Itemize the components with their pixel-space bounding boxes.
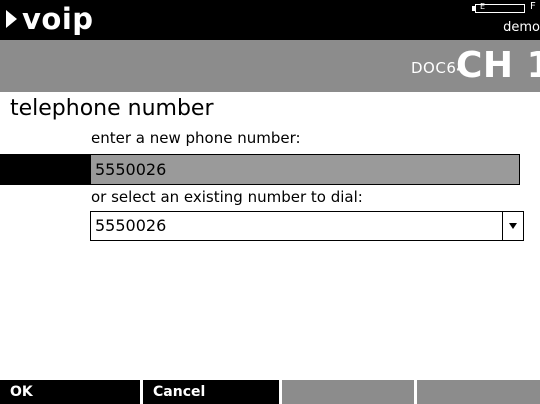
- title-bar: voip E F demo: [0, 0, 540, 40]
- battery-icon: E: [472, 2, 526, 13]
- ok-button[interactable]: OK: [0, 380, 140, 404]
- new-number-label: enter a new phone number:: [91, 129, 301, 147]
- channel-bar: DOC64 CH 131: [0, 40, 540, 92]
- app-title: voip: [22, 2, 94, 36]
- play-arrow-icon: [6, 10, 17, 28]
- softkey-4[interactable]: [417, 380, 540, 404]
- phone-number-input[interactable]: [90, 154, 520, 185]
- softkey-bar: OK Cancel: [0, 380, 540, 404]
- channel-label: CH 131: [456, 45, 540, 86]
- battery-empty-label: E: [480, 2, 486, 11]
- cancel-button[interactable]: Cancel: [143, 380, 279, 404]
- softkey-3[interactable]: [282, 380, 414, 404]
- battery-full-label: F: [530, 1, 536, 12]
- mode-indicator: demo: [503, 20, 540, 35]
- chevron-down-icon[interactable]: [506, 220, 520, 232]
- existing-number-select[interactable]: 5550026: [90, 211, 524, 241]
- select-divider: [502, 212, 503, 240]
- existing-number-label: or select an existing number to dial:: [91, 188, 363, 206]
- page-title: telephone number: [10, 96, 214, 121]
- selected-number: 5550026: [95, 216, 167, 235]
- focus-indicator: [0, 154, 90, 185]
